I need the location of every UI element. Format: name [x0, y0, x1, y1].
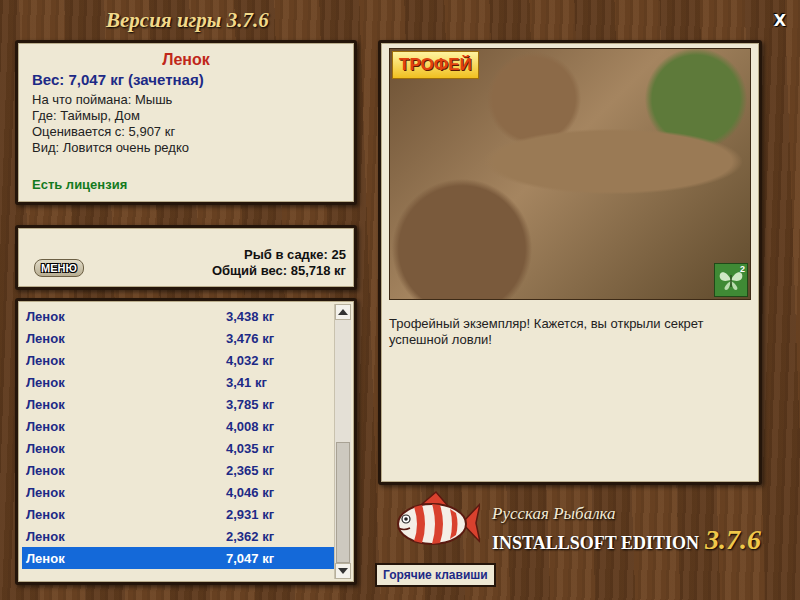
row-fish-weight: 4,032 кг [226, 353, 334, 368]
catch-row[interactable]: Ленок 3,476 кг [22, 327, 334, 349]
catch-list: Ленок 3,438 кгЛенок 3,476 кгЛенок 4,032 … [15, 298, 357, 585]
close-button[interactable]: X [770, 11, 790, 30]
trophy-panel: ТРОФЕЙ 2 Трофейный экземпляр! Кажется, в… [378, 40, 762, 485]
license-status: Есть лицензия [32, 177, 340, 194]
row-fish-name: Ленок [26, 419, 226, 434]
row-fish-name: Ленок [26, 551, 226, 566]
row-fish-name: Ленок [26, 463, 226, 478]
hotkeys-button[interactable]: Горячие клавиши [375, 563, 496, 587]
row-fish-name: Ленок [26, 309, 226, 324]
brand-subtitle: Русская Рыбалка [492, 504, 761, 524]
scroll-down-icon[interactable] [335, 563, 351, 579]
catch-row[interactable]: Ленок 4,046 кг [22, 481, 334, 503]
row-fish-weight: 3,785 кг [226, 397, 334, 412]
row-fish-weight: 3,41 кг [226, 375, 334, 390]
catch-row[interactable]: Ленок 4,032 кг [22, 349, 334, 371]
fish-weight: Вес: 7,047 кг (зачетная) [32, 71, 340, 88]
catch-row[interactable]: Ленок 2,362 кг [22, 525, 334, 547]
fish-detail: Где: Таймыр, Дом [32, 108, 340, 124]
catch-row[interactable]: Ленок 4,008 кг [22, 415, 334, 437]
row-fish-weight: 2,931 кг [226, 507, 334, 522]
keepnet-panel: МЕНЮ Рыб в садке: 25 Общий вес: 85,718 к… [15, 225, 357, 290]
catch-row[interactable]: Ленок 2,365 кг [22, 459, 334, 481]
row-fish-weight: 2,362 кг [226, 529, 334, 544]
fish-name: Ленок [32, 51, 340, 69]
scroll-thumb[interactable] [336, 442, 350, 564]
row-fish-weight: 4,008 кг [226, 419, 334, 434]
scrollbar[interactable] [334, 304, 351, 579]
row-fish-weight: 2,365 кг [226, 463, 334, 478]
fish-detail: На что поймана: Мышь [32, 92, 340, 108]
catch-row[interactable]: Ленок 7,047 кг [22, 547, 334, 569]
row-fish-weight: 4,046 кг [226, 485, 334, 500]
catch-row[interactable]: Ленок 4,035 кг [22, 437, 334, 459]
row-fish-weight: 4,035 кг [226, 441, 334, 456]
scroll-up-icon[interactable] [335, 304, 351, 320]
catch-row[interactable]: Ленок 3,438 кг [22, 305, 334, 327]
fish-photo: ТРОФЕЙ 2 [389, 48, 751, 300]
window-title: Версия игры 3.7.6 [106, 8, 269, 33]
row-fish-name: Ленок [26, 397, 226, 412]
total-weight: Общий вес: 85,718 кг [212, 263, 346, 279]
row-fish-name: Ленок [26, 441, 226, 456]
row-fish-name: Ленок [26, 331, 226, 346]
row-fish-name: Ленок [26, 485, 226, 500]
brand-edition: INSTALLSOFT EDITION [492, 533, 699, 554]
row-fish-weight: 3,476 кг [226, 331, 334, 346]
catch-row[interactable]: Ленок 3,41 кг [22, 371, 334, 393]
bait-butterfly-icon: 2 [714, 263, 748, 297]
game-logo: Русская Рыбалка INSTALLSOFT EDITION 3.7.… [378, 485, 762, 560]
fish-info-panel: Ленок Вес: 7,047 кг (зачетная) На что по… [15, 40, 357, 205]
title-bar: Версия игры 3.7.6 X [0, 0, 800, 40]
fish-detail: Оценивается с: 5,907 кг [32, 124, 340, 140]
row-fish-name: Ленок [26, 375, 226, 390]
row-fish-name: Ленок [26, 507, 226, 522]
brand-version: 3.7.6 [705, 524, 761, 556]
trophy-badge: ТРОФЕЙ [392, 51, 479, 79]
fish-count: Рыб в садке: 25 [212, 247, 346, 263]
bait-count: 2 [740, 264, 745, 274]
row-fish-name: Ленок [26, 353, 226, 368]
trophy-message: Трофейный экземпляр! Кажется, вы открыли… [389, 316, 751, 348]
row-fish-weight: 7,047 кг [226, 551, 334, 566]
fish-logo-icon [392, 490, 480, 556]
row-fish-name: Ленок [26, 529, 226, 544]
menu-button[interactable]: МЕНЮ [34, 259, 84, 277]
fish-detail: Вид: Ловится очень редко [32, 140, 340, 156]
game-screen: Версия игры 3.7.6 X Ленок Вес: 7,047 кг … [0, 0, 800, 600]
catch-row[interactable]: Ленок 2,931 кг [22, 503, 334, 525]
catch-row[interactable]: Ленок 3,785 кг [22, 393, 334, 415]
row-fish-weight: 3,438 кг [226, 309, 334, 324]
